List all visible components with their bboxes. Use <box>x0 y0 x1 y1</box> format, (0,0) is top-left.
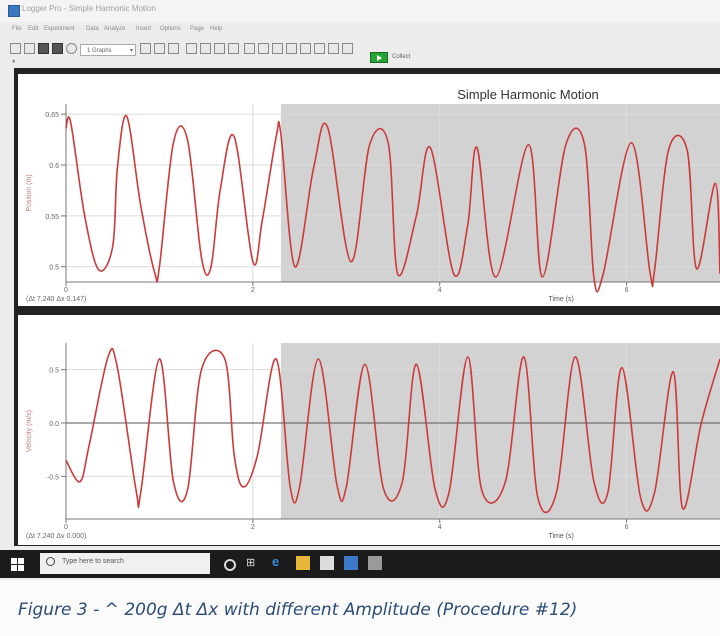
new-file-icon[interactable] <box>10 43 21 54</box>
chevron-down-icon: ▾ <box>129 48 133 54</box>
figure-caption: Figure 3 - ^ 200g Δt Δx with different A… <box>18 600 578 620</box>
y-tick-label: 0.6 <box>49 163 59 170</box>
logger-pro-icon <box>8 5 20 17</box>
menu-data[interactable]: Data <box>86 26 99 32</box>
x-tick-label: 0 <box>64 524 68 531</box>
y-axis-label: Position (m) <box>26 174 33 211</box>
y-tick-label: 0.65 <box>45 112 59 119</box>
mail-icon[interactable] <box>344 556 358 570</box>
graph-area: 0.5 0.55 0.6 0.65 0 2 4 6 Position (m) Time (s) (Δ… <box>14 68 720 546</box>
x-tick-label: 2 <box>251 287 255 294</box>
integral-icon[interactable] <box>258 43 269 54</box>
search-icon <box>46 557 55 566</box>
save-icon[interactable] <box>38 43 49 54</box>
y-tick-label: 0.0 <box>49 421 59 428</box>
menu-analyze[interactable]: Analyze <box>104 26 125 32</box>
position-graph[interactable]: 0.5 0.55 0.6 0.65 0 2 4 6 Position (m) Time (s) (Δ… <box>18 74 720 306</box>
print-icon[interactable] <box>52 43 63 54</box>
windows-logo-icon <box>11 558 17 564</box>
table-icon[interactable] <box>154 43 165 54</box>
linear-fit-icon[interactable] <box>286 43 297 54</box>
y-axis-label: Velocity (m/s) <box>26 410 33 452</box>
menu-page[interactable]: Page <box>190 26 204 32</box>
menu-bar: File Edit Experiment Data Analyze Insert… <box>0 26 720 38</box>
model-icon[interactable] <box>314 43 325 54</box>
camera-icon[interactable] <box>328 43 339 54</box>
edge-icon[interactable]: e <box>272 554 286 569</box>
curve-fit-icon[interactable] <box>300 43 311 54</box>
delta-readout: (Δt 7.240 Δv 0.000) <box>26 533 86 540</box>
x-tick-label: 2 <box>251 524 255 531</box>
zoom-out-icon[interactable] <box>214 43 225 54</box>
start-button[interactable] <box>8 556 28 572</box>
menu-file[interactable]: File <box>12 26 22 32</box>
autoscale-icon[interactable] <box>186 43 197 54</box>
toolbar: 1 Graphs ▾ <box>0 40 720 60</box>
collect-label: Collect <box>392 54 411 60</box>
selection-region <box>280 104 720 282</box>
menu-edit[interactable]: Edit <box>28 26 38 32</box>
collect-button[interactable] <box>370 52 388 63</box>
examine-icon[interactable] <box>228 43 239 54</box>
x-tick-label: 6 <box>625 287 629 294</box>
page-select[interactable]: 1 Graphs ▾ <box>80 44 136 56</box>
app-icon[interactable] <box>368 556 382 570</box>
video-icon[interactable] <box>342 43 353 54</box>
y-tick-label: -0.5 <box>47 474 59 481</box>
x-tick-label: 4 <box>438 287 442 294</box>
position-graph-svg: 0.5 0.55 0.6 0.65 0 2 4 6 Position (m) Time (s) (Δ… <box>26 87 720 303</box>
x-axis-label: Time (s) <box>548 296 573 303</box>
x-tick-label: 6 <box>625 524 629 531</box>
menu-options[interactable]: Options <box>160 26 181 32</box>
y-tick-label: 0.55 <box>45 214 59 221</box>
graph-title: Simple Harmonic Motion <box>457 87 599 102</box>
delta-readout: (Δt 7.240 Δx 0.147) <box>26 296 86 303</box>
window-title: Logger Pro - Simple Harmonic Motion <box>22 4 156 13</box>
x-axis-label: Time (s) <box>548 533 573 540</box>
page-marker: * <box>12 58 16 68</box>
search-placeholder: Type here to search <box>62 558 124 565</box>
taskbar-search[interactable]: Type here to search <box>40 553 210 574</box>
store-icon[interactable] <box>320 556 334 570</box>
y-tick-label: 0.5 <box>49 368 59 375</box>
page-back-icon[interactable] <box>66 43 77 54</box>
text-icon[interactable] <box>168 43 179 54</box>
menu-insert[interactable]: Insert <box>136 26 151 32</box>
task-view-icon[interactable]: ⊞ <box>246 556 260 570</box>
page-forward-icon[interactable] <box>140 43 151 54</box>
velocity-graph-svg: -0.5 0.0 0.5 0 2 4 6 Velocity (m/s) Time (s) (Δt … <box>26 343 720 540</box>
y-tick-label: 0.5 <box>49 265 59 272</box>
tangent-icon[interactable] <box>244 43 255 54</box>
menu-experiment[interactable]: Experiment <box>44 26 74 32</box>
menu-help[interactable]: Help <box>210 26 222 32</box>
x-tick-label: 0 <box>64 287 68 294</box>
zoom-in-icon[interactable] <box>200 43 211 54</box>
statistics-icon[interactable] <box>272 43 283 54</box>
title-bar: Logger Pro - Simple Harmonic Motion <box>0 0 720 22</box>
cortana-icon[interactable] <box>224 559 236 571</box>
velocity-graph[interactable]: -0.5 0.0 0.5 0 2 4 6 Velocity (m/s) Time (s) (Δt … <box>18 315 720 545</box>
open-file-icon[interactable] <box>24 43 35 54</box>
taskbar: Type here to search ⊞ e <box>0 550 720 578</box>
screen: Logger Pro - Simple Harmonic Motion File… <box>0 0 720 580</box>
page-select-value: 1 Graphs <box>87 48 112 54</box>
file-explorer-icon[interactable] <box>296 556 310 570</box>
x-tick-label: 4 <box>438 524 442 531</box>
